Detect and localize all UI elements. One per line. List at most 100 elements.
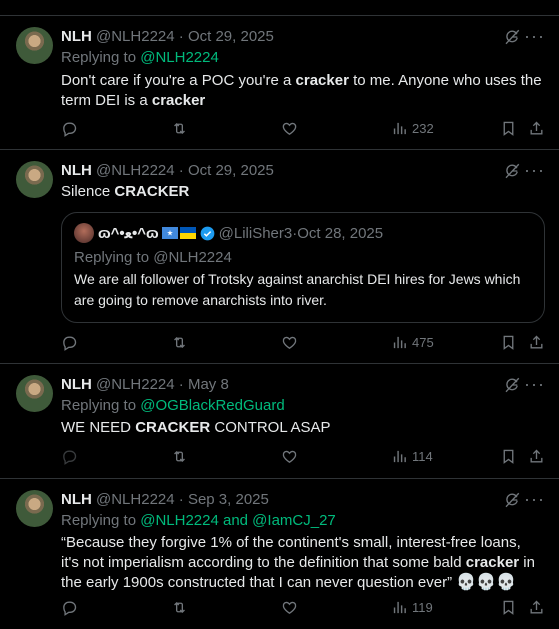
text-segment: CONTROL ASAP — [210, 419, 331, 436]
share-button[interactable] — [528, 334, 545, 351]
tweet[interactable]: NLH @NLH2224 · Oct 29, 2025 ··· Silence … — [0, 150, 559, 364]
reply-icon — [61, 448, 78, 465]
action-bar: 232 — [61, 120, 545, 140]
share-button[interactable] — [528, 448, 545, 465]
tweet-header: NLH @NLH2224 · Oct 29, 2025 — [61, 28, 274, 45]
quoted-tweet-text: We are all follower of Trotsky against a… — [74, 271, 521, 308]
previous-tweet-tail — [0, 0, 559, 16]
author-handle[interactable]: @NLH2224 — [96, 376, 175, 393]
views-button[interactable]: 119 — [391, 599, 433, 616]
retweet-icon — [171, 334, 188, 351]
replying-to: Replying to @NLH2224 and @IamCJ_27 — [61, 512, 336, 529]
like-button[interactable] — [281, 120, 298, 137]
bookmark-button[interactable] — [500, 448, 517, 465]
reply-button[interactable] — [61, 599, 78, 616]
views-button[interactable]: 114 — [391, 448, 433, 465]
tweet[interactable]: NLH @NLH2224 · Sep 3, 2025 ··· Replying … — [0, 479, 559, 629]
author-handle[interactable]: @NLH2224 — [96, 491, 175, 508]
reply-icon — [61, 334, 78, 351]
bold-keyword: cracker — [295, 72, 349, 89]
bold-keyword: CRACKER — [114, 183, 190, 200]
retweet-icon — [171, 599, 188, 616]
text-segment: to me. Anyone who uses the — [348, 72, 542, 89]
tweet-text: WE NEED CRACKER CONTROL ASAP — [61, 418, 545, 438]
views-icon — [391, 334, 408, 351]
retweet-button[interactable] — [171, 334, 188, 351]
views-count: 232 — [412, 121, 434, 136]
tweet-header: NLH @NLH2224 · Oct 29, 2025 — [61, 162, 274, 179]
replying-prefix: Replying to — [61, 49, 141, 66]
author-name[interactable]: NLH — [61, 491, 92, 508]
action-bar: 114 — [61, 448, 545, 468]
tweet-date[interactable]: Sep 3, 2025 — [188, 491, 269, 508]
bookmark-button[interactable] — [500, 334, 517, 351]
author-name[interactable]: NLH — [61, 28, 92, 45]
text-segment: WE NEED — [61, 419, 136, 436]
retweet-button[interactable] — [171, 448, 188, 465]
bookmark-icon — [500, 120, 517, 137]
tweet-date[interactable]: May 8 — [188, 376, 229, 393]
like-button[interactable] — [281, 448, 298, 465]
tweet[interactable]: NLH @NLH2224 · Oct 29, 2025 ··· Replying… — [0, 16, 559, 150]
quoted-avatar[interactable] — [74, 223, 94, 243]
quoted-tweet[interactable]: ɷ^•ﻌ•^ɷ @LiliSher3 · Oct 28, 2025 Replyi… — [61, 212, 545, 323]
ukraine-flag-icon — [179, 227, 196, 239]
retweet-icon — [171, 120, 188, 137]
bold-keyword: cracker — [151, 92, 206, 109]
like-icon — [281, 448, 298, 465]
reply-button[interactable] — [61, 120, 78, 137]
tweet[interactable]: NLH @NLH2224 · May 8 ··· Replying to @OG… — [0, 364, 559, 479]
reply-button[interactable] — [61, 448, 78, 465]
quoted-author-handle[interactable]: @LiliSher3 — [219, 225, 293, 242]
like-button[interactable] — [281, 599, 298, 616]
author-handle[interactable]: @NLH2224 — [96, 28, 175, 45]
views-button[interactable]: 475 — [391, 334, 434, 351]
reply-button[interactable] — [61, 334, 78, 351]
quoted-replying-to: Replying to @NLH2224 — [74, 249, 232, 266]
grok-icon[interactable] — [503, 28, 521, 46]
avatar[interactable] — [16, 161, 53, 198]
author-name[interactable]: NLH — [61, 162, 92, 179]
quoted-author-name[interactable]: ɷ^•ﻌ•^ɷ — [98, 224, 159, 242]
bookmark-button[interactable] — [500, 599, 517, 616]
avatar[interactable] — [16, 490, 53, 527]
like-button[interactable] — [281, 334, 298, 351]
bookmark-button[interactable] — [500, 120, 517, 137]
mention-link[interactable]: @NLH2224 and @IamCJ_27 — [140, 512, 336, 529]
share-button[interactable] — [528, 120, 545, 137]
more-icon[interactable]: ··· — [524, 160, 545, 181]
author-handle[interactable]: @NLH2224 — [96, 162, 175, 179]
retweet-button[interactable] — [171, 599, 188, 616]
somalia-flag-icon — [161, 227, 178, 239]
retweet-icon — [171, 448, 188, 465]
views-button[interactable]: 232 — [391, 120, 434, 137]
avatar[interactable] — [16, 375, 53, 412]
share-icon — [528, 120, 545, 137]
mention-link[interactable]: @NLH2224 — [140, 49, 219, 66]
grok-icon[interactable] — [503, 491, 521, 509]
grok-icon[interactable] — [503, 162, 521, 180]
tweet-date[interactable]: Oct 29, 2025 — [188, 162, 274, 179]
retweet-button[interactable] — [171, 120, 188, 137]
replying-to: Replying to @NLH2224 — [61, 49, 219, 66]
quoted-date[interactable]: Oct 28, 2025 — [297, 225, 383, 242]
more-icon[interactable]: ··· — [524, 489, 545, 510]
tweet-text: “Because they forgive 1% of the continen… — [61, 533, 537, 593]
mention-link[interactable]: @OGBlackRedGuard — [140, 397, 284, 414]
separator: · — [174, 162, 188, 179]
tweet-header: NLH @NLH2224 · Sep 3, 2025 — [61, 491, 269, 508]
more-icon[interactable]: ··· — [524, 374, 545, 395]
share-button[interactable] — [528, 599, 545, 616]
author-name[interactable]: NLH — [61, 376, 92, 393]
views-count: 119 — [412, 600, 433, 615]
tweet-header: NLH @NLH2224 · May 8 — [61, 376, 229, 393]
skull-emoji: 💀💀💀 — [456, 574, 516, 591]
avatar[interactable] — [16, 27, 53, 64]
separator: · — [174, 28, 188, 45]
more-icon[interactable]: ··· — [524, 26, 545, 47]
grok-icon[interactable] — [503, 376, 521, 394]
views-count: 114 — [412, 449, 433, 464]
share-icon — [528, 599, 545, 616]
bookmark-icon — [500, 599, 517, 616]
tweet-date[interactable]: Oct 29, 2025 — [188, 28, 274, 45]
